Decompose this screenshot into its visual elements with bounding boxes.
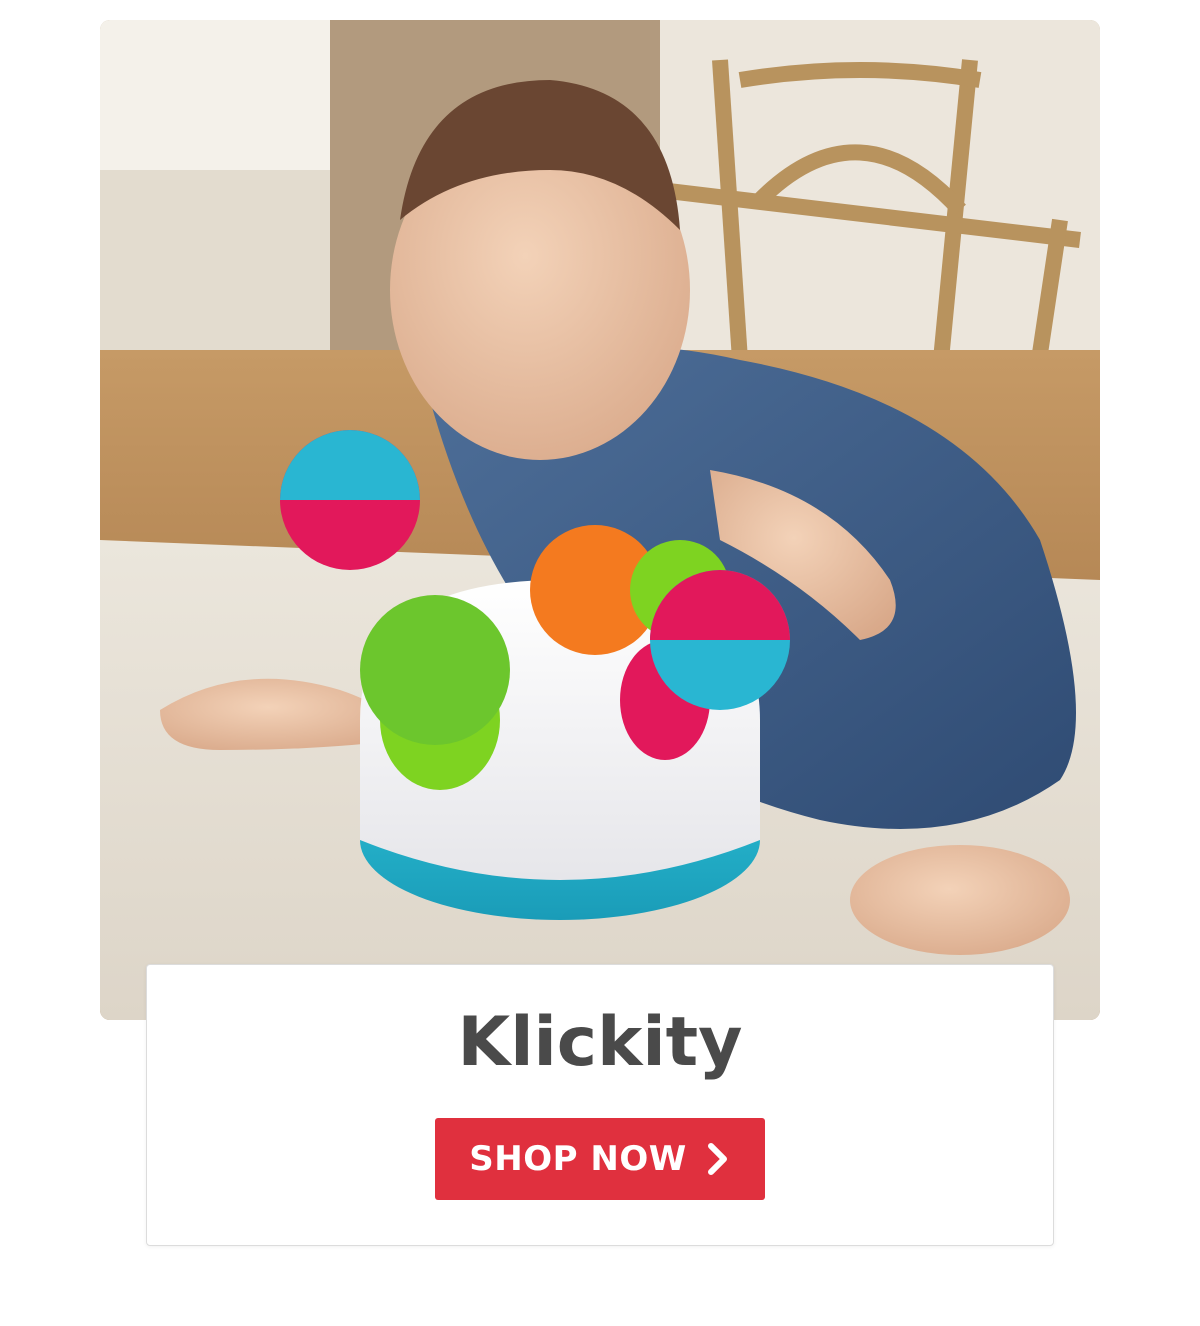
product-photo[interactable] [100, 20, 1100, 1020]
baby-with-toy-photo [100, 20, 1100, 1020]
shop-now-button[interactable]: SHOP NOW [435, 1118, 765, 1200]
chevron-right-icon [705, 1142, 731, 1176]
product-title: Klickity [457, 1003, 743, 1082]
shop-now-label: SHOP NOW [469, 1139, 687, 1179]
product-card: Klickity SHOP NOW [146, 964, 1054, 1246]
